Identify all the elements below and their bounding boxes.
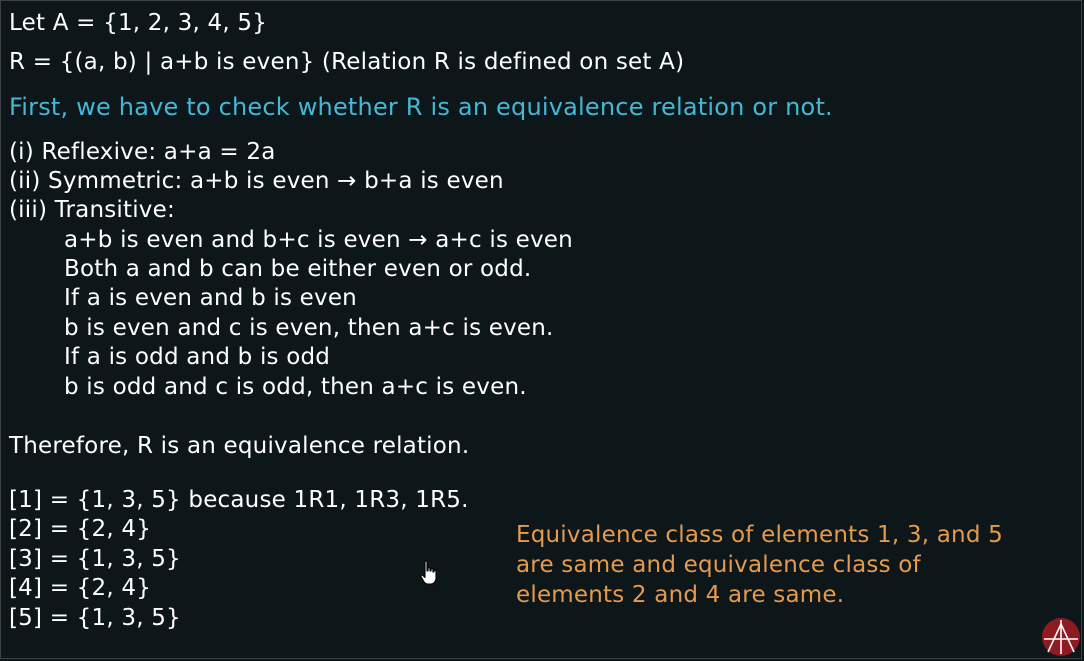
class-5-line: [5] = {1, 3, 5} [9, 605, 181, 631]
transitive-line-2: Both a and b can be either even or odd. [64, 256, 532, 282]
transitive-line-3: If a is even and b is even [64, 285, 357, 311]
reflexive-line: (i) Reflexive: a+a = 2a [9, 139, 276, 165]
transitive-line-1: a+b is even and b+c is even → a+c is eve… [64, 227, 573, 253]
transitive-heading: (iii) Transitive: [9, 197, 175, 223]
relation-definition: R = {(a, b) | a+b is even} (Relation R i… [9, 49, 685, 75]
conclusion-line: Therefore, R is an equivalence relation. [9, 433, 470, 459]
note-line-1: Equivalence class of elements 1, 3, and … [516, 522, 1003, 548]
channel-logo-icon [1042, 618, 1080, 656]
symmetric-line: (ii) Symmetric: a+b is even → b+a is eve… [9, 168, 504, 194]
check-statement: First, we have to check whether R is an … [9, 93, 833, 121]
transitive-line-4: b is even and c is even, then a+c is eve… [64, 315, 554, 341]
transitive-line-6: b is odd and c is odd, then a+c is even. [64, 374, 527, 400]
note-line-3: elements 2 and 4 are same. [516, 582, 845, 608]
hand-cursor-icon [420, 560, 437, 585]
class-3-line: [3] = {1, 3, 5} [9, 546, 181, 572]
note-line-2: are same and equivalence class of [516, 552, 921, 578]
class-2-line: [2] = {2, 4} [9, 516, 152, 542]
class-4-line: [4] = {2, 4} [9, 575, 152, 601]
class-1-line: [1] = {1, 3, 5} because 1R1, 1R3, 1R5. [9, 487, 469, 513]
set-definition: Let A = {1, 2, 3, 4, 5} [9, 10, 268, 36]
transitive-line-5: If a is odd and b is odd [64, 344, 331, 370]
